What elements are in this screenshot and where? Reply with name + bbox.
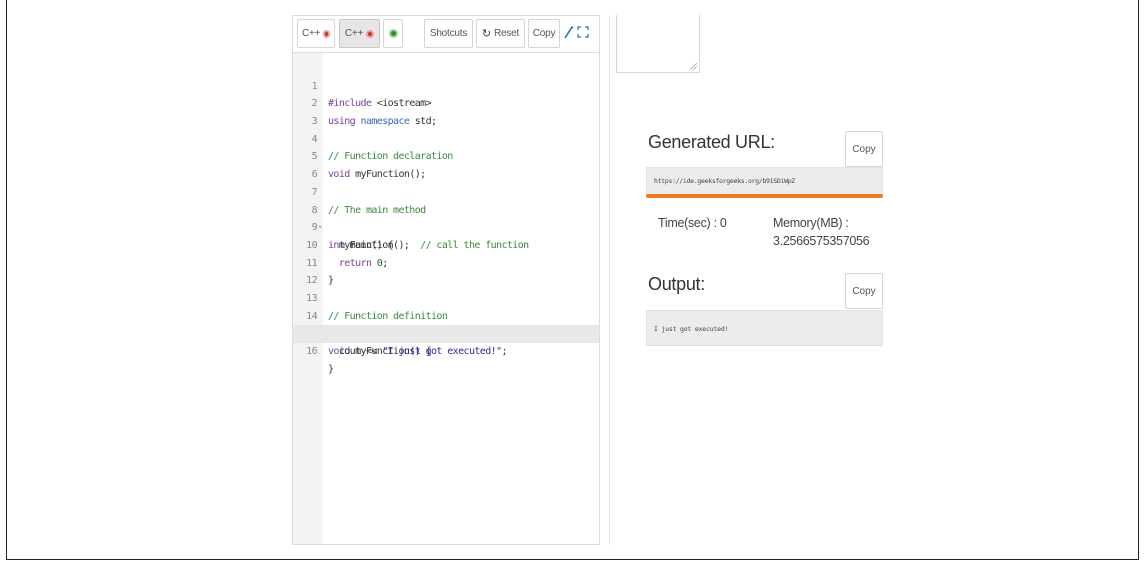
reset-button[interactable]: ↻ Reset [476, 19, 525, 48]
output-title: Output: [648, 274, 705, 294]
memory-stat-value: 3.2566575357056 [773, 234, 870, 248]
language-tab-cpp-active[interactable]: C++ [339, 19, 380, 48]
language-tab-label: C++ [302, 28, 321, 39]
resize-grip-icon[interactable] [690, 63, 697, 70]
code-line: 1 #include <iostream> [293, 60, 599, 110]
code-token: cout << [328, 346, 383, 358]
panel-divider[interactable] [609, 15, 610, 545]
output-value: I just got executed! [654, 325, 729, 333]
time-stat: Time(sec) : 0 [658, 216, 727, 230]
code-line: 9 myFunction(); // call the function [293, 202, 599, 251]
stop-icon [323, 29, 330, 38]
reset-label: Reset [493, 28, 520, 39]
code-text: cout << "I just got executed!"; [328, 343, 508, 361]
run-icon [388, 29, 398, 38]
code-line: 8 ▾ int main() { [293, 184, 599, 251]
code-area[interactable]: 1 #include <iostream> 2 using namespace … [293, 60, 599, 375]
code-editor[interactable]: C++ C++ Shotcuts ↻ Reset Copy 1 #include… [292, 15, 600, 545]
expand-icon[interactable] [577, 26, 589, 38]
code-token: ; [501, 346, 507, 358]
run-button[interactable] [383, 19, 403, 48]
pen-icon[interactable] [564, 25, 574, 39]
stdin-textarea[interactable] [616, 15, 700, 73]
code-string: "I just got executed!" [382, 346, 502, 358]
code-line: 4 // Function declaration [293, 113, 599, 163]
reset-icon: ↻ [481, 28, 491, 40]
line-number: 16 [306, 346, 317, 358]
code-line: 7 // The main method [293, 166, 599, 216]
stop-icon [366, 29, 375, 38]
code-line: 3 [293, 95, 599, 127]
output-panel: I just got executed! [646, 310, 883, 346]
code-line: 13 // Function definition [293, 272, 599, 322]
generated-url-title: Generated URL: [648, 132, 775, 152]
code-line: 11 } [293, 237, 599, 287]
shortcuts-label: Shotcuts [429, 28, 468, 39]
code-line: 2 using namespace std; [293, 78, 599, 127]
code-line: 6 [293, 148, 599, 180]
copy-code-button[interactable]: Copy [528, 19, 560, 48]
language-tab-label: C++ [344, 28, 364, 39]
generated-url-value: https://ide.geeksforgeeks.org/b91SDiWpZ [654, 177, 795, 185]
code-line: 5 void myFunction(); [293, 131, 599, 180]
copy-url-button[interactable]: Copy [845, 131, 883, 167]
code-line: 12 [293, 255, 599, 286]
url-highlight-bar [646, 194, 883, 198]
code-line: 10 return 0; [293, 219, 599, 269]
code-line: 14 ▾ void myFunction() { [293, 290, 599, 357]
copy-output-button[interactable]: Copy [845, 273, 883, 309]
code-line: 15 cout << "I just got executed!"; [293, 308, 599, 357]
memory-stat-label: Memory(MB) : [773, 216, 849, 230]
copy-label: Copy [532, 28, 556, 39]
generated-url-field[interactable]: https://ide.geeksforgeeks.org/b91SDiWpZ [646, 167, 883, 196]
code-line-active: 16 } [293, 325, 599, 375]
shortcuts-button[interactable]: Shotcuts [424, 19, 473, 48]
code-text: } [328, 363, 334, 375]
language-tab-cpp[interactable]: C++ [297, 19, 335, 48]
editor-toolbar: C++ C++ Shotcuts ↻ Reset Copy [293, 16, 599, 53]
